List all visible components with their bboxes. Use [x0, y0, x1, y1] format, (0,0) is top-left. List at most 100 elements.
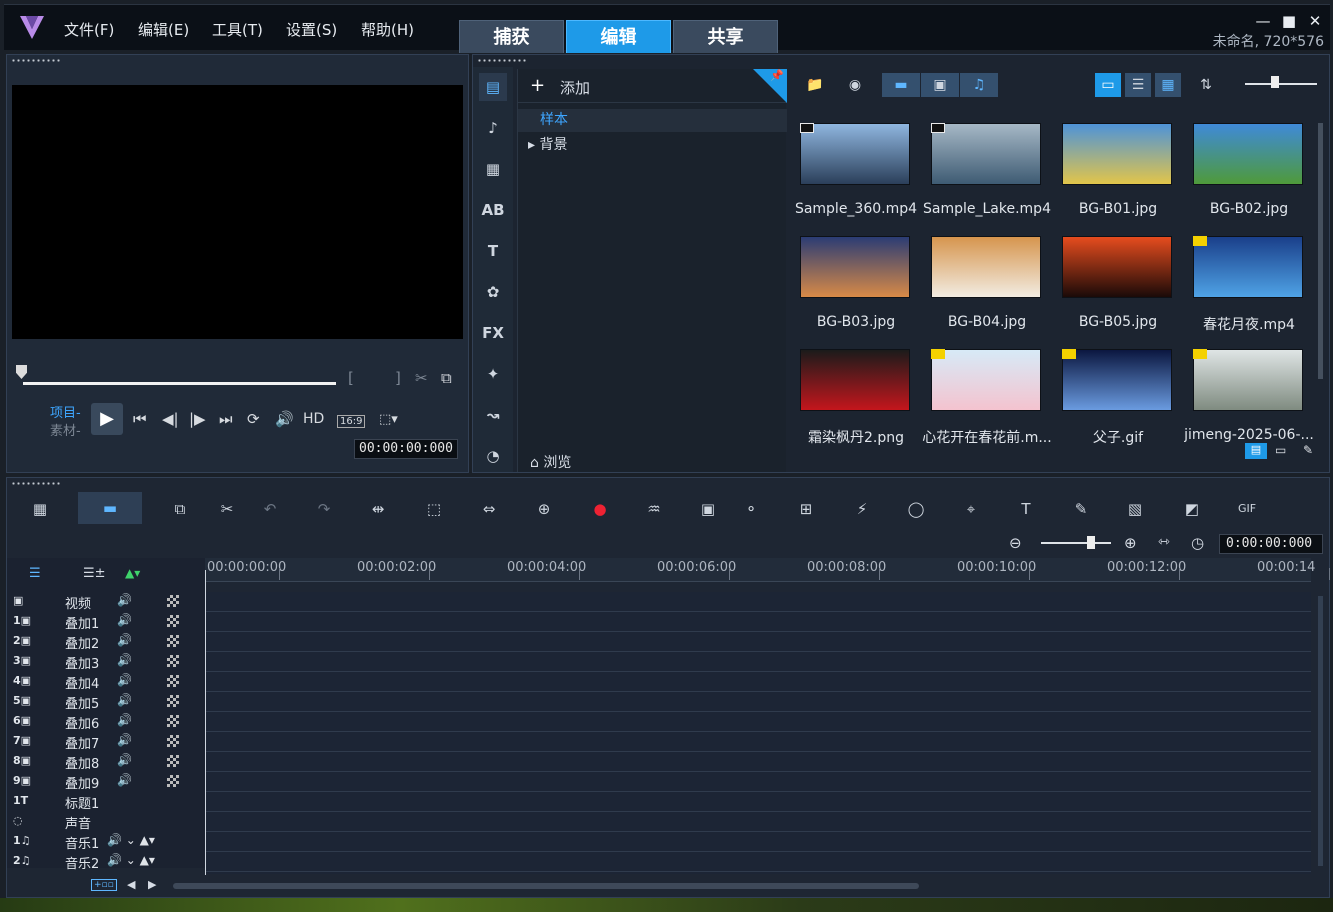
add-track-icon[interactable]: ☰± — [83, 566, 106, 581]
track-header[interactable]: 1T 标题1 — [7, 792, 205, 812]
lens-correction-icon[interactable]: ▧ — [1122, 496, 1148, 522]
track-header[interactable]: 7▣ 叠加7 🔊 — [7, 732, 205, 752]
track-transparency-icon[interactable] — [167, 695, 179, 707]
track-volume-icon[interactable]: 🔊 — [117, 753, 132, 767]
track-header[interactable]: 1♫ 音乐1 🔊 ⌄ ▲▾ — [7, 832, 205, 852]
track-header[interactable]: ▣ 视频 🔊 — [7, 592, 205, 612]
track-volume-icon[interactable]: 🔊 ⌄ ▲▾ — [107, 833, 155, 847]
panel-grip[interactable] — [477, 59, 527, 62]
title-track-icon[interactable]: 1T — [13, 794, 37, 808]
transition-icon[interactable]: AB — [479, 196, 507, 224]
prev-frame-icon[interactable]: ◀| — [162, 410, 179, 428]
menu-edit[interactable]: 编辑(E) — [138, 19, 189, 40]
track-lane[interactable] — [205, 812, 1311, 832]
menu-help[interactable]: 帮助(H) — [361, 19, 414, 40]
media-thumbnail[interactable]: 春花月夜.mp4 — [1184, 220, 1314, 333]
time-ruler[interactable]: 00:00:00:00 00:00:02:00 00:00:04:00 00:00:0… — [205, 558, 1330, 582]
track-header[interactable]: 6▣ 叠加6 🔊 — [7, 712, 205, 732]
media-thumbnail[interactable]: BG-B03.jpg — [791, 220, 921, 332]
end-icon[interactable]: ⏭ — [219, 410, 233, 428]
track-volume-icon[interactable]: 🔊 — [117, 773, 132, 787]
track-volume-icon[interactable]: 🔊 — [117, 673, 132, 687]
fit-project-icon[interactable]: ⇹ — [365, 496, 391, 522]
hd-button[interactable]: HD — [303, 411, 324, 427]
zoom-out-icon[interactable]: ⊖ — [1009, 534, 1022, 552]
split-tools-icon[interactable]: ✂ — [214, 496, 240, 522]
overlay-track-icon[interactable]: 8▣ — [13, 754, 37, 768]
track-volume-icon[interactable]: 🔊 — [117, 733, 132, 747]
media-thumbnail[interactable]: BG-B01.jpg — [1053, 107, 1183, 219]
stretch-icon[interactable]: ⊕ — [531, 496, 557, 522]
maximize-button[interactable]: ■ — [1279, 12, 1299, 30]
fit-timeline-icon[interactable]: ⇿ — [1158, 534, 1170, 550]
capture-icon[interactable]: ◉ — [841, 73, 869, 97]
track-header[interactable]: 4▣ 叠加4 🔊 — [7, 672, 205, 692]
pan-zoom-icon[interactable]: ⬚ — [421, 496, 447, 522]
volume-icon[interactable]: 🔊 — [275, 410, 294, 428]
zoom-handle[interactable] — [1087, 536, 1095, 549]
overlay-track-icon[interactable]: 5▣ — [13, 694, 37, 708]
audio-mixer-icon[interactable]: ♒ — [641, 496, 667, 522]
copy-icon[interactable]: ⧉ — [441, 369, 452, 387]
menu-tools[interactable]: 工具(T) — [212, 19, 263, 40]
track-volume-icon[interactable]: 🔊 — [117, 633, 132, 647]
grid-view-icon[interactable]: ▦ — [1155, 73, 1181, 97]
record-icon[interactable]: ● — [587, 496, 613, 522]
clip-mode[interactable]: 素材- — [50, 420, 81, 439]
scroll-left-icon[interactable]: ◀ — [127, 878, 135, 891]
blend-icon[interactable]: ⚬ — [738, 496, 764, 522]
library-edit-icon[interactable]: ✎ — [1303, 443, 1313, 457]
video-track-icon[interactable]: ▣ — [13, 594, 37, 608]
timeline-hscrollbar[interactable] — [173, 883, 919, 889]
music-track-icon[interactable]: 2♫ — [13, 854, 37, 868]
scrub-bar[interactable] — [23, 382, 336, 385]
track-lane[interactable] — [205, 612, 1311, 632]
track-transparency-icon[interactable] — [167, 775, 179, 787]
track-volume-icon[interactable]: 🔊 ⌄ ▲▾ — [107, 853, 155, 867]
scroll-right-icon[interactable]: ▶ — [148, 878, 156, 891]
track-transparency-icon[interactable] — [167, 755, 179, 767]
track-volume-icon[interactable]: 🔊 — [117, 693, 132, 707]
show-photo-icon[interactable]: ▣ — [921, 73, 959, 97]
folder-backgrounds[interactable]: ▸ 背景 — [518, 134, 787, 157]
thumbnail-size-slider[interactable] — [1245, 83, 1317, 85]
pin-icon[interactable]: 📌 — [753, 69, 787, 103]
track-lane[interactable] — [205, 652, 1311, 672]
track-header[interactable]: 2♫ 音乐2 🔊 ⌄ ▲▾ — [7, 852, 205, 872]
track-lane[interactable] — [205, 592, 1311, 612]
media-thumbnail[interactable]: jimeng-2025-06-... — [1184, 333, 1314, 445]
template-icon[interactable]: ▦ — [479, 155, 507, 183]
media-icon[interactable]: ▤ — [479, 73, 507, 101]
mark-in-button[interactable]: [ — [348, 369, 354, 387]
track-lane[interactable] — [205, 752, 1311, 772]
track-header[interactable]: 1▣ 叠加1 🔊 — [7, 612, 205, 632]
import-folder-icon[interactable]: 📁 — [801, 73, 829, 97]
track-manager-icon[interactable]: ☰ — [29, 566, 41, 581]
track-header[interactable]: 2▣ 叠加2 🔊 — [7, 632, 205, 652]
path-icon[interactable]: ↝ — [479, 401, 507, 429]
panel-grip[interactable] — [11, 482, 61, 485]
music-track-icon[interactable]: 1♫ — [13, 834, 37, 848]
media-thumbnail[interactable]: 心花开在春花前.m... — [922, 333, 1052, 446]
voice-track-icon[interactable]: ◌ — [13, 814, 37, 828]
track-header[interactable]: 3▣ 叠加3 🔊 — [7, 652, 205, 672]
mask-icon[interactable]: ◯ — [903, 496, 929, 522]
thumbnail-view-icon[interactable]: ▭ — [1095, 73, 1121, 97]
mark-out-button[interactable]: ] — [395, 369, 401, 387]
clock-icon[interactable]: ◷ — [1191, 534, 1204, 552]
overlay-track-icon[interactable]: 1▣ — [13, 614, 37, 628]
list-view-icon[interactable]: ☰ — [1125, 73, 1151, 97]
overlay-track-icon[interactable]: 4▣ — [13, 674, 37, 688]
thumbnail-size-handle[interactable] — [1271, 76, 1279, 88]
player-timecode[interactable]: 00:00:00:000 — [354, 439, 458, 459]
track-transparency-icon[interactable] — [167, 715, 179, 727]
graphics-icon[interactable]: ✿ — [479, 278, 507, 306]
next-frame-icon[interactable]: |▶ — [189, 410, 206, 428]
track-volume-icon[interactable]: 🔊 — [117, 653, 132, 667]
split-audio-icon[interactable]: ⇔ — [476, 496, 502, 522]
track-motion-icon[interactable]: ⌖ — [958, 496, 984, 522]
library-scrollbar[interactable] — [1318, 123, 1323, 379]
track-lane[interactable] — [205, 852, 1311, 872]
overlay-track-icon[interactable]: 7▣ — [13, 734, 37, 748]
media-thumbnail[interactable]: BG-B04.jpg — [922, 220, 1052, 332]
